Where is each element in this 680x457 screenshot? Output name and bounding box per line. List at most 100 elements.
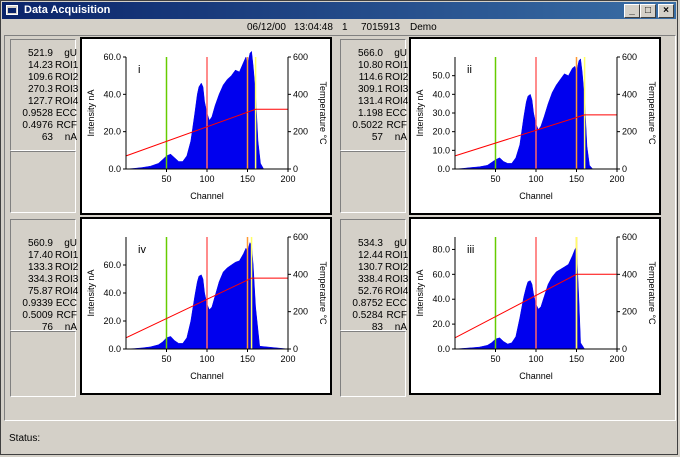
window-title: Data Acquisition [24, 4, 111, 16]
chart-panel[interactable]: 50 100 150 200 0.0 20.0 40.0 60.0 0 200 400 600 Chan… [80, 37, 332, 215]
y-tick-label: 80.0 [432, 244, 450, 254]
stat-row: 1.198 ECC [342, 108, 407, 120]
y-tick-label: 10.0 [432, 145, 450, 155]
stat-value: 566.0 [357, 48, 383, 59]
y-tick-label: 60.0 [432, 269, 450, 279]
y-axis-label: Intensity nA [415, 89, 425, 136]
y-tick-label: 40.0 [103, 288, 121, 298]
y2-tick-label: 400 [622, 269, 637, 279]
y-tick-label: 0.0 [437, 164, 450, 174]
chart-panel[interactable]: 50 100 150 200 0.0 20.0 40.0 60.0 0 200 400 600 Chan… [80, 217, 332, 395]
stat-value: 127.7 [27, 96, 53, 107]
stat-label: nA [394, 132, 407, 143]
y-tick-label: 0.0 [437, 344, 450, 354]
stat-value: 0.9339 [22, 298, 53, 309]
chart-roman-label: ii [467, 64, 472, 76]
x-axis-label: Channel [190, 191, 224, 201]
stat-row: 334.3 ROI3 [12, 274, 78, 286]
data-acquisition-window: Data Acquisition _ □ × 06/12/00 13:04:48… [0, 0, 678, 455]
stat-row: 114.6 ROI2 [342, 72, 409, 84]
stat-value: 0.5022 [352, 120, 383, 131]
sample-id: 7015913 [361, 22, 400, 33]
stat-row: 0.9528 ECC [12, 108, 77, 120]
window-icon[interactable] [6, 5, 18, 15]
x-tick-label: 50 [490, 174, 500, 184]
y-tick-label: 20.0 [432, 127, 450, 137]
info-bar: 06/12/00 13:04:48 1 7015913 Demo [5, 21, 675, 34]
y2-tick-label: 0 [293, 344, 298, 354]
y2-tick-label: 200 [293, 127, 308, 137]
roi-stats: 566.0 gU 10.80 ROI1 114.6 ROI2 309.1 ROI3 131.4 R… [342, 48, 409, 144]
stat-row: 76 nA [12, 322, 77, 334]
y2-tick-label: 400 [293, 269, 308, 279]
chart-svg[interactable]: 50 100 150 2000.020.040.060.00200400600Chan… [82, 219, 330, 393]
y2-tick-label: 600 [622, 232, 637, 242]
stat-label: gU [394, 48, 407, 59]
y-tick-label: 40.0 [432, 89, 450, 99]
stat-label: gU [64, 238, 77, 249]
x-tick-label: 100 [528, 174, 543, 184]
x-tick-label: 150 [569, 354, 584, 364]
stat-row: 0.5009 RCF [12, 310, 77, 322]
title-bar[interactable]: Data Acquisition _ □ × [2, 2, 676, 19]
close-button[interactable]: × [658, 4, 674, 18]
y2-axis-label: Temperature °C [647, 261, 657, 325]
stat-value: 130.7 [357, 262, 383, 273]
y-tick-label: 40.0 [432, 294, 450, 304]
status-label: Status: [9, 433, 41, 444]
stat-value: 133.3 [27, 262, 53, 273]
stat-label: ROI2 [385, 72, 409, 83]
stat-label: ROI4 [55, 286, 79, 297]
acq-mode: Demo [410, 22, 437, 33]
stat-label: ROI1 [385, 250, 409, 261]
stat-row: 534.3 gU [342, 238, 407, 250]
stat-row: 0.8752 ECC [342, 298, 407, 310]
stat-label: nA [64, 132, 77, 143]
stat-row: 52.76 ROI4 [342, 286, 408, 298]
minimize-button[interactable]: _ [624, 4, 640, 18]
stat-value: 10.80 [357, 60, 383, 71]
stat-row: 127.7 ROI4 [12, 96, 78, 108]
maximize-button[interactable]: □ [640, 4, 656, 18]
stat-value: 131.4 [357, 96, 383, 107]
stat-row: 0.9339 ECC [12, 298, 77, 310]
stat-value: 83 [371, 322, 383, 333]
stat-label: ROI3 [55, 84, 79, 95]
stat-row: 521.9 gU [12, 48, 77, 60]
stat-value: 0.5284 [352, 310, 383, 321]
x-tick-label: 150 [569, 174, 584, 184]
x-tick-label: 200 [609, 354, 624, 364]
stat-row: 17.40 ROI1 [12, 250, 78, 262]
stat-label: ROI2 [55, 72, 79, 83]
y2-tick-label: 200 [622, 127, 637, 137]
stat-row: 0.5022 RCF [342, 120, 407, 132]
chart-panel[interactable]: 50 100 150 200 0.0 10.0 20.0 30.0 40.0 50.0 0 200 40… [409, 37, 661, 215]
y-axis-label: Intensity nA [86, 269, 96, 316]
chart-svg[interactable]: 50 100 150 2000.020.040.060.080.00200400600… [411, 219, 659, 393]
stat-value: 12.44 [357, 250, 383, 261]
x-tick-label: 150 [240, 174, 255, 184]
chart-panel[interactable]: 50 100 150 200 0.0 20.0 40.0 60.0 80.0 0 200 400 600… [409, 217, 661, 395]
stat-value: 14.23 [27, 60, 53, 71]
stat-label: RCF [386, 120, 407, 131]
stat-row: 130.7 ROI2 [342, 262, 408, 274]
stat-value: 114.6 [358, 72, 383, 83]
x-tick-label: 100 [199, 174, 214, 184]
stat-label: ECC [55, 298, 77, 309]
stat-label: gU [394, 238, 407, 249]
y2-axis-label: Temperature °C [318, 81, 328, 145]
y-tick-label: 20.0 [432, 319, 450, 329]
chart-svg[interactable]: 50 100 150 2000.020.040.060.00200400600Chan… [82, 39, 330, 213]
roi-stats: 534.3 gU 12.44 ROI1 130.7 ROI2 338.4 ROI3 52.76 R… [342, 238, 409, 334]
stat-row: 57 nA [342, 132, 407, 144]
chart-svg[interactable]: 50 100 150 2000.010.020.030.040.050.0020040… [411, 39, 659, 213]
x-tick-label: 50 [490, 354, 500, 364]
stat-value: 75.87 [27, 286, 53, 297]
y-tick-label: 60.0 [103, 52, 121, 62]
stat-label: ROI1 [385, 60, 409, 71]
stat-row: 131.4 ROI4 [342, 96, 408, 108]
y-tick-label: 60.0 [103, 260, 121, 270]
stat-value: 17.40 [27, 250, 53, 261]
stat-row: 0.5284 RCF [342, 310, 407, 322]
roi-stats: 560.9 gU 17.40 ROI1 133.3 ROI2 334.3 ROI3 75.87 R… [12, 238, 79, 334]
